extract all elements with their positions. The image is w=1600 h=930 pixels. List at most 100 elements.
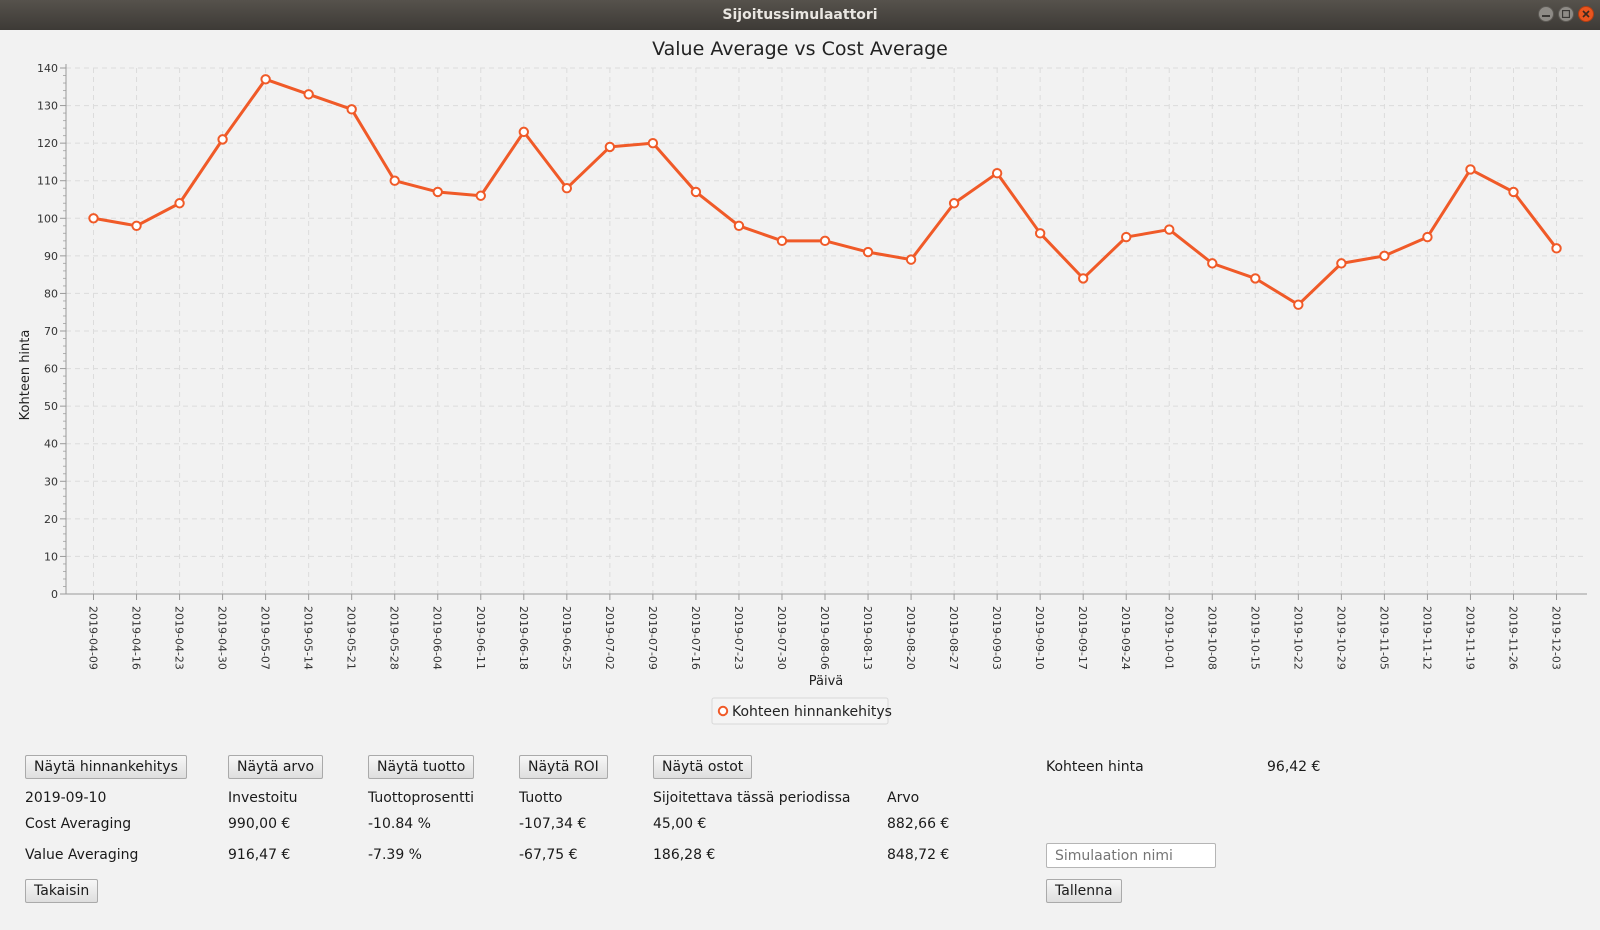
y-tick-label: 130	[37, 100, 58, 113]
row-value-label: Value Averaging	[25, 847, 139, 863]
x-tick-label: 2019-11-26	[1506, 606, 1519, 670]
simulation-name-input[interactable]	[1046, 843, 1216, 868]
data-point	[1422, 231, 1433, 243]
x-tick-label: 2019-06-04	[431, 606, 444, 670]
x-tick-label: 2019-07-09	[646, 606, 659, 670]
x-tick-label: 2019-09-10	[1033, 606, 1046, 670]
y-tick-label: 110	[37, 175, 58, 188]
row-value-return: -67,75 €	[519, 847, 578, 863]
y-tick-label: 70	[44, 325, 58, 338]
data-point	[1336, 258, 1347, 269]
legend-marker	[717, 705, 729, 717]
data-point	[1077, 273, 1089, 284]
y-tick-label: 100	[37, 212, 58, 225]
simulation-date: 2019-09-10	[25, 790, 107, 806]
legend-label: Kohteen hinnankehitys	[732, 704, 892, 720]
save-button[interactable]: Tallenna	[1046, 879, 1122, 903]
data-point	[1164, 224, 1175, 235]
window-titlebar: Sijoitussimulaattori	[0, 0, 1600, 30]
data-point	[991, 168, 1003, 179]
y-tick-label: 80	[44, 287, 58, 300]
show-price-button[interactable]: Näytä hinnankehitys	[25, 755, 187, 779]
x-tick-label: 2019-10-15	[1248, 606, 1261, 670]
row-cost-value: 882,66 €	[887, 816, 950, 832]
chart-axes: 0 10 20 30 40 50 60 70 80 90 100 110 120 130 140 2019-0…	[37, 62, 1587, 670]
header-return-pct: Tuottoprosentti	[368, 790, 474, 806]
data-point	[260, 74, 271, 85]
data-point	[303, 89, 314, 100]
price-label: Kohteen hinta	[1046, 759, 1144, 775]
x-tick-label: 2019-05-21	[345, 606, 358, 670]
minimize-icon[interactable]	[1538, 6, 1554, 22]
show-purchases-button[interactable]: Näytä ostot	[653, 755, 753, 779]
data-point	[88, 213, 99, 224]
data-point	[1508, 186, 1519, 198]
row-value-period-invest: 186,28 €	[653, 847, 716, 863]
x-tick-label: 2019-09-17	[1076, 606, 1089, 670]
data-point	[1207, 258, 1218, 269]
data-point	[776, 235, 788, 247]
window-controls	[1538, 6, 1594, 22]
x-tick-label: 2019-05-28	[388, 606, 401, 670]
x-tick-label: 2019-07-02	[603, 606, 616, 670]
maximize-icon[interactable]	[1558, 6, 1574, 22]
data-point	[1121, 231, 1132, 243]
x-tick-label: 2019-05-14	[302, 606, 315, 670]
x-tick-label: 2019-10-29	[1334, 606, 1347, 670]
data-point	[733, 220, 745, 232]
x-tick-label: 2019-04-30	[216, 606, 229, 670]
x-tick-label: 2019-08-20	[904, 606, 917, 670]
x-tick-label: 2019-06-25	[560, 606, 573, 670]
y-tick-label: 10	[44, 550, 58, 563]
y-tick-label: 50	[44, 400, 58, 413]
row-cost-invested: 990,00 €	[228, 816, 291, 832]
row-value-value: 848,72 €	[887, 847, 950, 863]
show-roi-button[interactable]: Näytä ROI	[519, 755, 608, 779]
data-point	[862, 246, 874, 258]
data-point	[518, 126, 529, 138]
x-tick-label: 2019-08-06	[818, 606, 831, 670]
data-point	[948, 198, 960, 209]
x-tick-label: 2019-10-22	[1291, 606, 1304, 670]
data-point	[1465, 164, 1476, 175]
chart-grid	[66, 67, 1587, 595]
y-tick-label: 120	[37, 137, 58, 150]
header-value: Arvo	[887, 790, 920, 806]
data-point	[174, 198, 185, 209]
x-tick-label: 2019-07-30	[775, 606, 788, 670]
header-invested: Investoitu	[228, 790, 298, 806]
data-point	[905, 254, 917, 265]
x-tick-label: 2019-04-16	[130, 606, 143, 670]
x-tick-label: 2019-09-24	[1119, 606, 1132, 670]
row-value-invested: 916,47 €	[228, 847, 291, 863]
data-point	[1293, 299, 1304, 310]
data-point	[1250, 273, 1261, 284]
x-tick-label: 2019-11-12	[1420, 606, 1433, 670]
chart-x-axis-label: Päivä	[809, 674, 844, 689]
price-value: 96,42 €	[1267, 759, 1321, 775]
row-cost-label: Cost Averaging	[25, 816, 132, 832]
data-point	[561, 183, 573, 194]
x-tick-label: 2019-05-07	[259, 606, 272, 670]
row-value-return-pct: -7.39 %	[368, 847, 422, 863]
y-tick-label: 20	[44, 513, 58, 526]
data-point	[131, 220, 142, 232]
x-tick-label: 2019-06-18	[517, 606, 530, 670]
data-point	[475, 190, 486, 201]
data-point	[1379, 250, 1390, 262]
data-point	[647, 137, 659, 149]
close-icon[interactable]	[1578, 6, 1594, 22]
data-point	[217, 134, 228, 145]
chart-series	[88, 74, 1562, 310]
x-tick-label: 2019-09-03	[990, 606, 1003, 670]
row-cost-period-invest: 45,00 €	[653, 816, 707, 832]
row-cost-return: -107,34 €	[519, 816, 587, 832]
show-value-button[interactable]: Näytä arvo	[228, 755, 324, 779]
price-chart: 0 10 20 30 40 50 60 70 80 90 100 110 120 130 140 2019-0…	[18, 38, 1587, 725]
x-tick-label: 2019-12-03	[1550, 606, 1563, 670]
y-tick-label: 140	[37, 62, 58, 75]
chart-title: Value Average vs Cost Average	[652, 38, 948, 60]
data-point	[1034, 228, 1046, 239]
show-return-button[interactable]: Näytä tuotto	[368, 755, 475, 779]
back-button[interactable]: Takaisin	[25, 879, 99, 903]
